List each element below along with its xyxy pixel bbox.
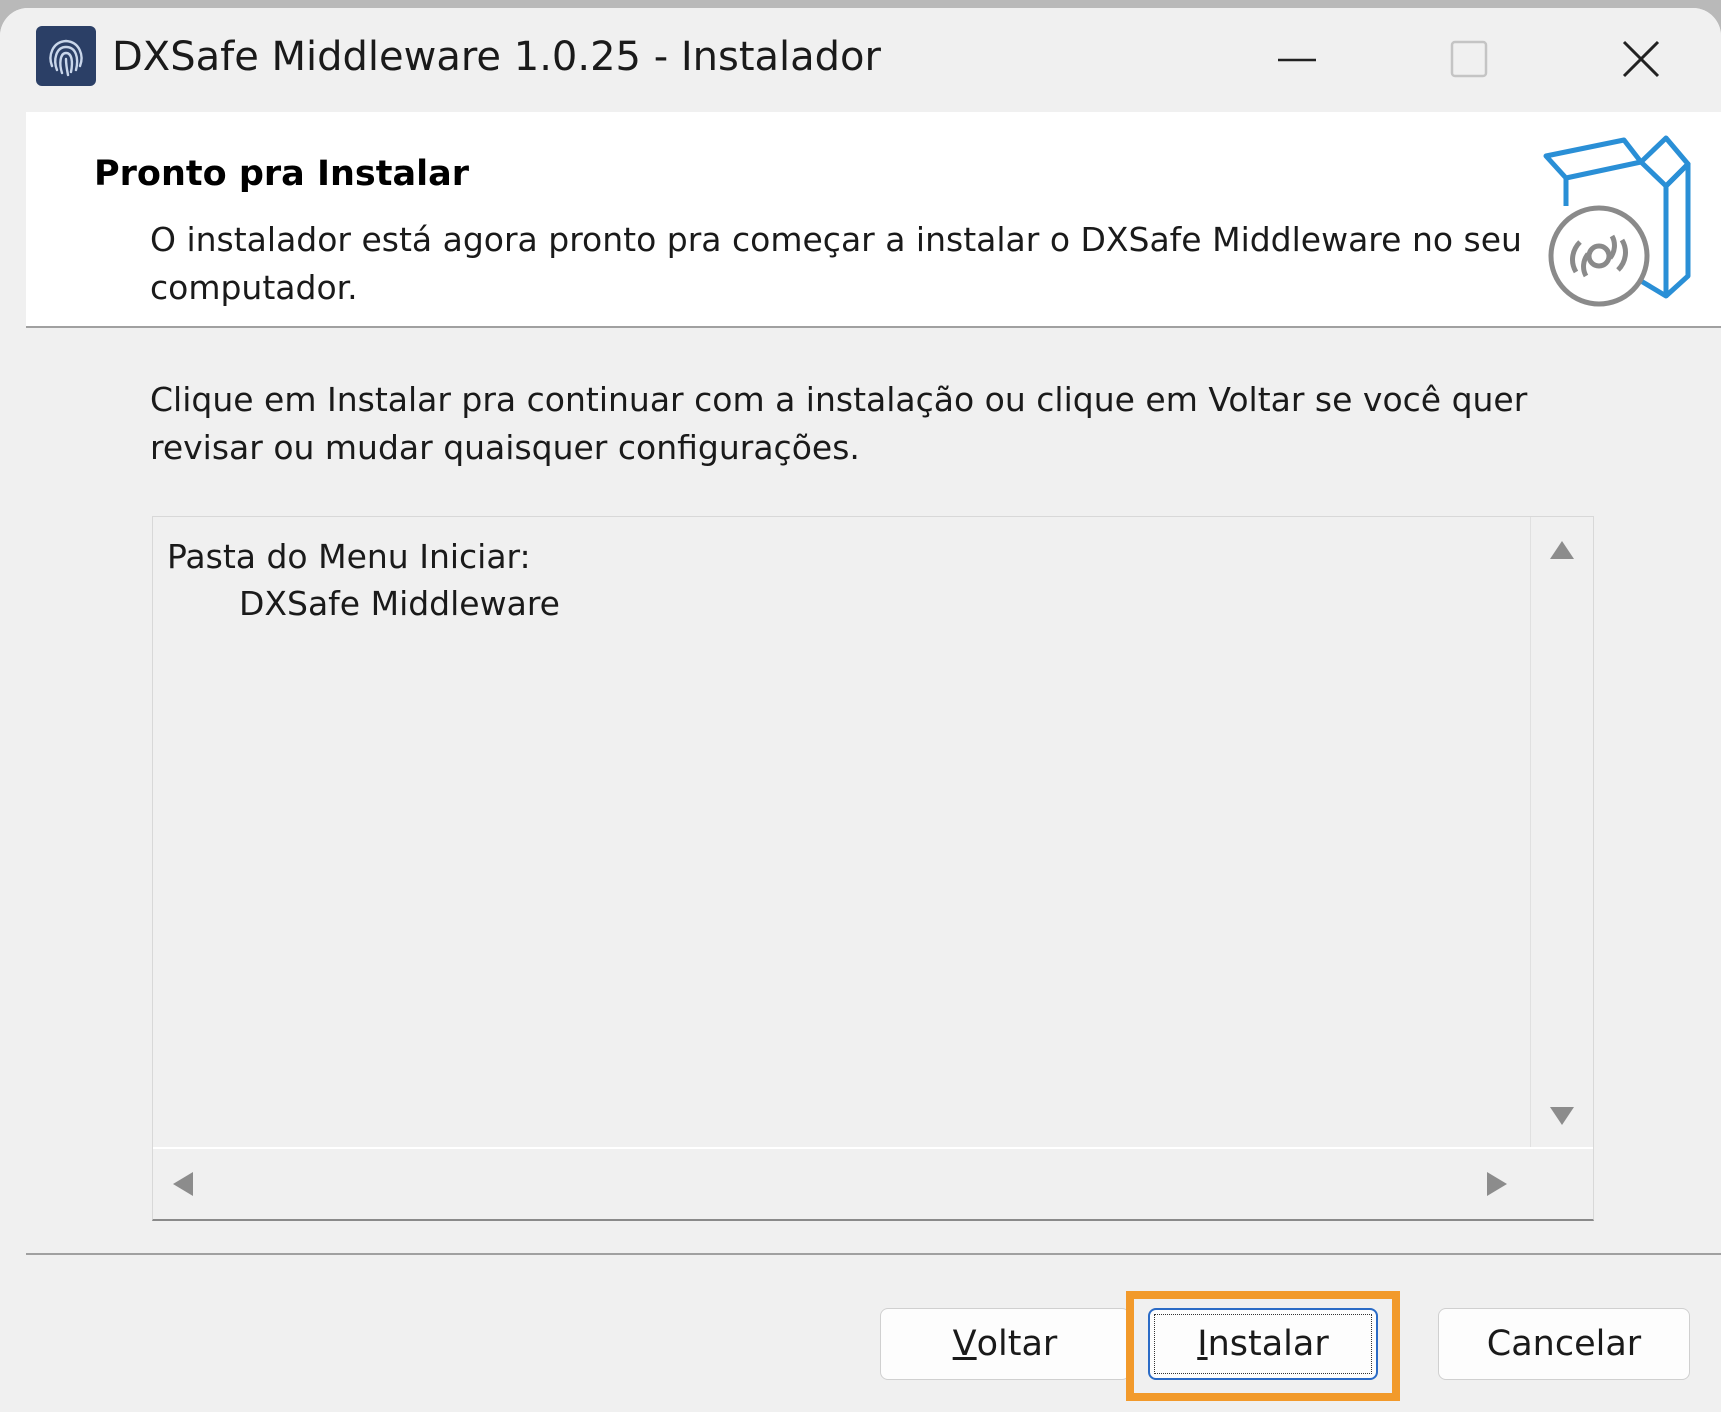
cancel-button[interactable]: Cancelar: [1438, 1308, 1690, 1380]
scroll-up-icon[interactable]: [1549, 539, 1575, 561]
minimize-button[interactable]: [1242, 16, 1352, 104]
minimize-icon: [1278, 58, 1316, 62]
install-button[interactable]: Instalar: [1148, 1308, 1378, 1380]
focus-rectangle: [1154, 1314, 1372, 1374]
title-bar[interactable]: DXSafe Middleware 1.0.25 - Instalador: [0, 8, 1721, 112]
maximize-icon: [1450, 40, 1488, 78]
back-label: oltar: [976, 1324, 1058, 1364]
ready-memo[interactable]: Pasta do Menu Iniciar: DXSafe Middleware: [152, 516, 1594, 1221]
page-description: O instalador está agora pronto pra começ…: [150, 220, 1522, 307]
cancel-label: Cancelar: [1486, 1324, 1642, 1364]
memo-label: Pasta do Menu Iniciar:: [167, 537, 531, 576]
back-accel: V: [952, 1324, 977, 1364]
back-button[interactable]: Voltar: [880, 1308, 1130, 1380]
vertical-scrollbar[interactable]: [1530, 517, 1593, 1147]
page-title: Pronto pra Instalar: [94, 154, 469, 194]
window-title: DXSafe Middleware 1.0.25 - Instalador: [112, 34, 881, 80]
maximize-button[interactable]: [1412, 16, 1522, 104]
horizontal-scrollbar[interactable]: [153, 1147, 1593, 1219]
scroll-right-icon[interactable]: [1485, 1171, 1509, 1197]
memo-value: DXSafe Middleware: [239, 584, 560, 623]
footer-divider: [26, 1253, 1721, 1255]
fingerprint-app-icon: [36, 26, 96, 86]
scroll-down-icon[interactable]: [1549, 1105, 1575, 1127]
close-icon: [1622, 40, 1660, 78]
installer-window: DXSafe Middleware 1.0.25 - Instalador Pr…: [0, 8, 1721, 1412]
box-disc-icon: [1543, 135, 1691, 307]
memo-content: Pasta do Menu Iniciar: DXSafe Middleware: [167, 533, 560, 627]
scroll-left-icon[interactable]: [171, 1171, 195, 1197]
close-button[interactable]: [1586, 16, 1696, 104]
wizard-header: Pronto pra Instalar O instalador está ag…: [26, 112, 1721, 328]
instruction-text: Clique em Instalar pra continuar com a i…: [150, 380, 1528, 467]
